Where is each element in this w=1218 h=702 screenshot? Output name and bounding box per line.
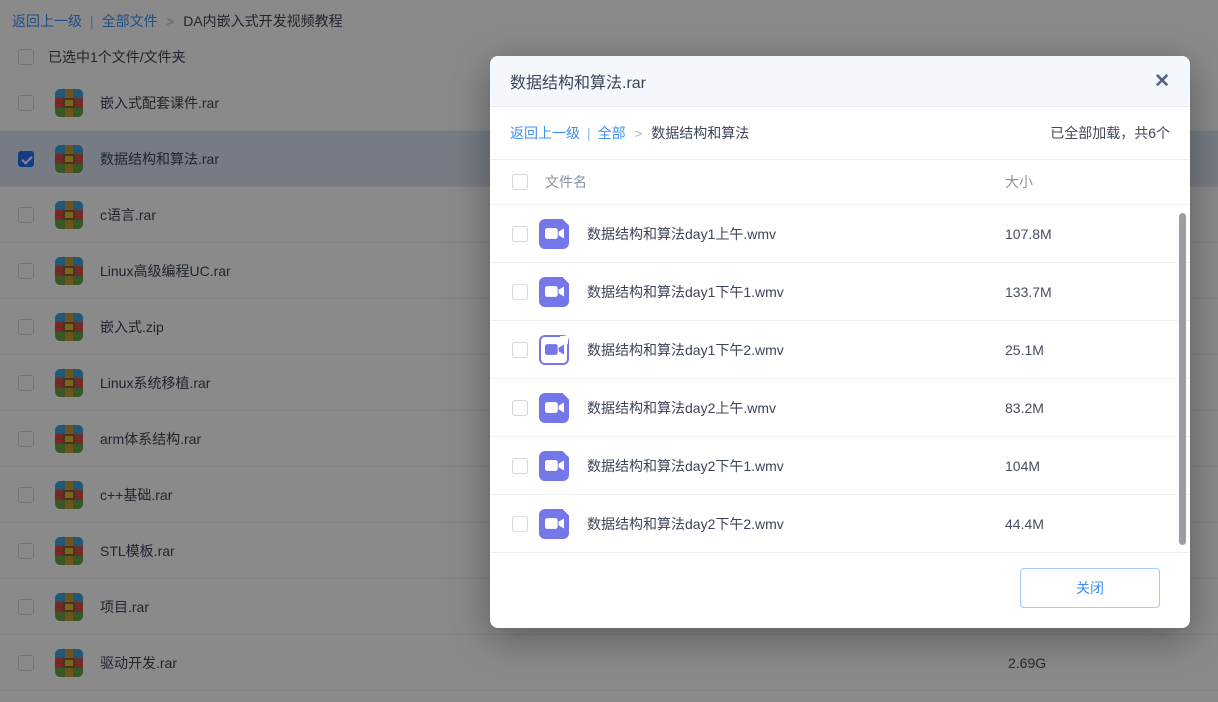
file-name[interactable]: 数据结构和算法day1下午1.wmv xyxy=(587,282,784,302)
row-checkbox[interactable] xyxy=(512,458,528,474)
file-name[interactable]: 数据结构和算法day2下午2.wmv xyxy=(587,514,784,534)
close-button[interactable]: 关闭 xyxy=(1020,568,1160,608)
modal-header: 数据结构和算法.rar ✕ xyxy=(490,56,1190,107)
file-size: 25.1M xyxy=(1005,342,1044,358)
breadcrumb-separator: | xyxy=(587,125,591,141)
row-checkbox[interactable] xyxy=(512,400,528,416)
row-checkbox[interactable] xyxy=(512,342,528,358)
archive-file-row[interactable]: 数据结构和算法day1上午.wmv 107.8M xyxy=(490,205,1190,263)
video-file-icon xyxy=(539,335,569,365)
modal-back-link[interactable]: 返回上一级 xyxy=(510,123,580,143)
video-file-icon xyxy=(539,277,569,307)
archive-file-row[interactable]: 数据结构和算法day2下午1.wmv 104M xyxy=(490,437,1190,495)
file-name[interactable]: 数据结构和算法day2下午1.wmv xyxy=(587,456,784,476)
file-size: 133.7M xyxy=(1005,284,1052,300)
column-header-filename: 文件名 xyxy=(545,172,587,192)
video-file-icon xyxy=(539,393,569,423)
video-file-icon xyxy=(539,451,569,481)
modal-table-header: 文件名 大小 xyxy=(490,160,1190,205)
file-name[interactable]: 数据结构和算法day1下午2.wmv xyxy=(587,340,784,360)
archive-file-list: 数据结构和算法day1上午.wmv 107.8M 数据结构和算法day1下午1.… xyxy=(490,205,1190,553)
column-header-size: 大小 xyxy=(1005,172,1033,192)
video-file-icon xyxy=(539,219,569,249)
chevron-right-icon: > xyxy=(635,126,643,141)
modal-title: 数据结构和算法.rar xyxy=(510,69,646,93)
archive-file-row[interactable]: 数据结构和算法day1下午2.wmv 25.1M xyxy=(490,321,1190,379)
load-status-label: 已全部加载，共6个 xyxy=(1050,123,1170,143)
modal-scrollbar-thumb[interactable] xyxy=(1179,213,1186,545)
video-file-icon xyxy=(539,509,569,539)
file-name[interactable]: 数据结构和算法day2上午.wmv xyxy=(587,398,776,418)
modal-all-link[interactable]: 全部 xyxy=(598,123,626,143)
archive-file-row[interactable]: 数据结构和算法day2下午2.wmv 44.4M xyxy=(490,495,1190,553)
archive-preview-modal: 数据结构和算法.rar ✕ 返回上一级 | 全部 > 数据结构和算法 已全部加载… xyxy=(490,56,1190,628)
close-icon[interactable]: ✕ xyxy=(1154,72,1170,91)
modal-footer: 关闭 xyxy=(490,553,1190,628)
modal-select-all-checkbox[interactable] xyxy=(512,174,528,190)
archive-file-row[interactable]: 数据结构和算法day1下午1.wmv 133.7M xyxy=(490,263,1190,321)
archive-file-row[interactable]: 数据结构和算法day2上午.wmv 83.2M xyxy=(490,379,1190,437)
modal-breadcrumb-bar: 返回上一级 | 全部 > 数据结构和算法 已全部加载，共6个 xyxy=(490,107,1190,160)
file-size: 44.4M xyxy=(1005,516,1044,532)
file-size: 83.2M xyxy=(1005,400,1044,416)
file-size: 104M xyxy=(1005,458,1040,474)
row-checkbox[interactable] xyxy=(512,516,528,532)
file-name[interactable]: 数据结构和算法day1上午.wmv xyxy=(587,224,776,244)
row-checkbox[interactable] xyxy=(512,226,528,242)
file-size: 107.8M xyxy=(1005,226,1052,242)
modal-breadcrumb: 返回上一级 | 全部 > 数据结构和算法 xyxy=(510,123,749,143)
modal-current-folder-label: 数据结构和算法 xyxy=(651,123,749,143)
row-checkbox[interactable] xyxy=(512,284,528,300)
